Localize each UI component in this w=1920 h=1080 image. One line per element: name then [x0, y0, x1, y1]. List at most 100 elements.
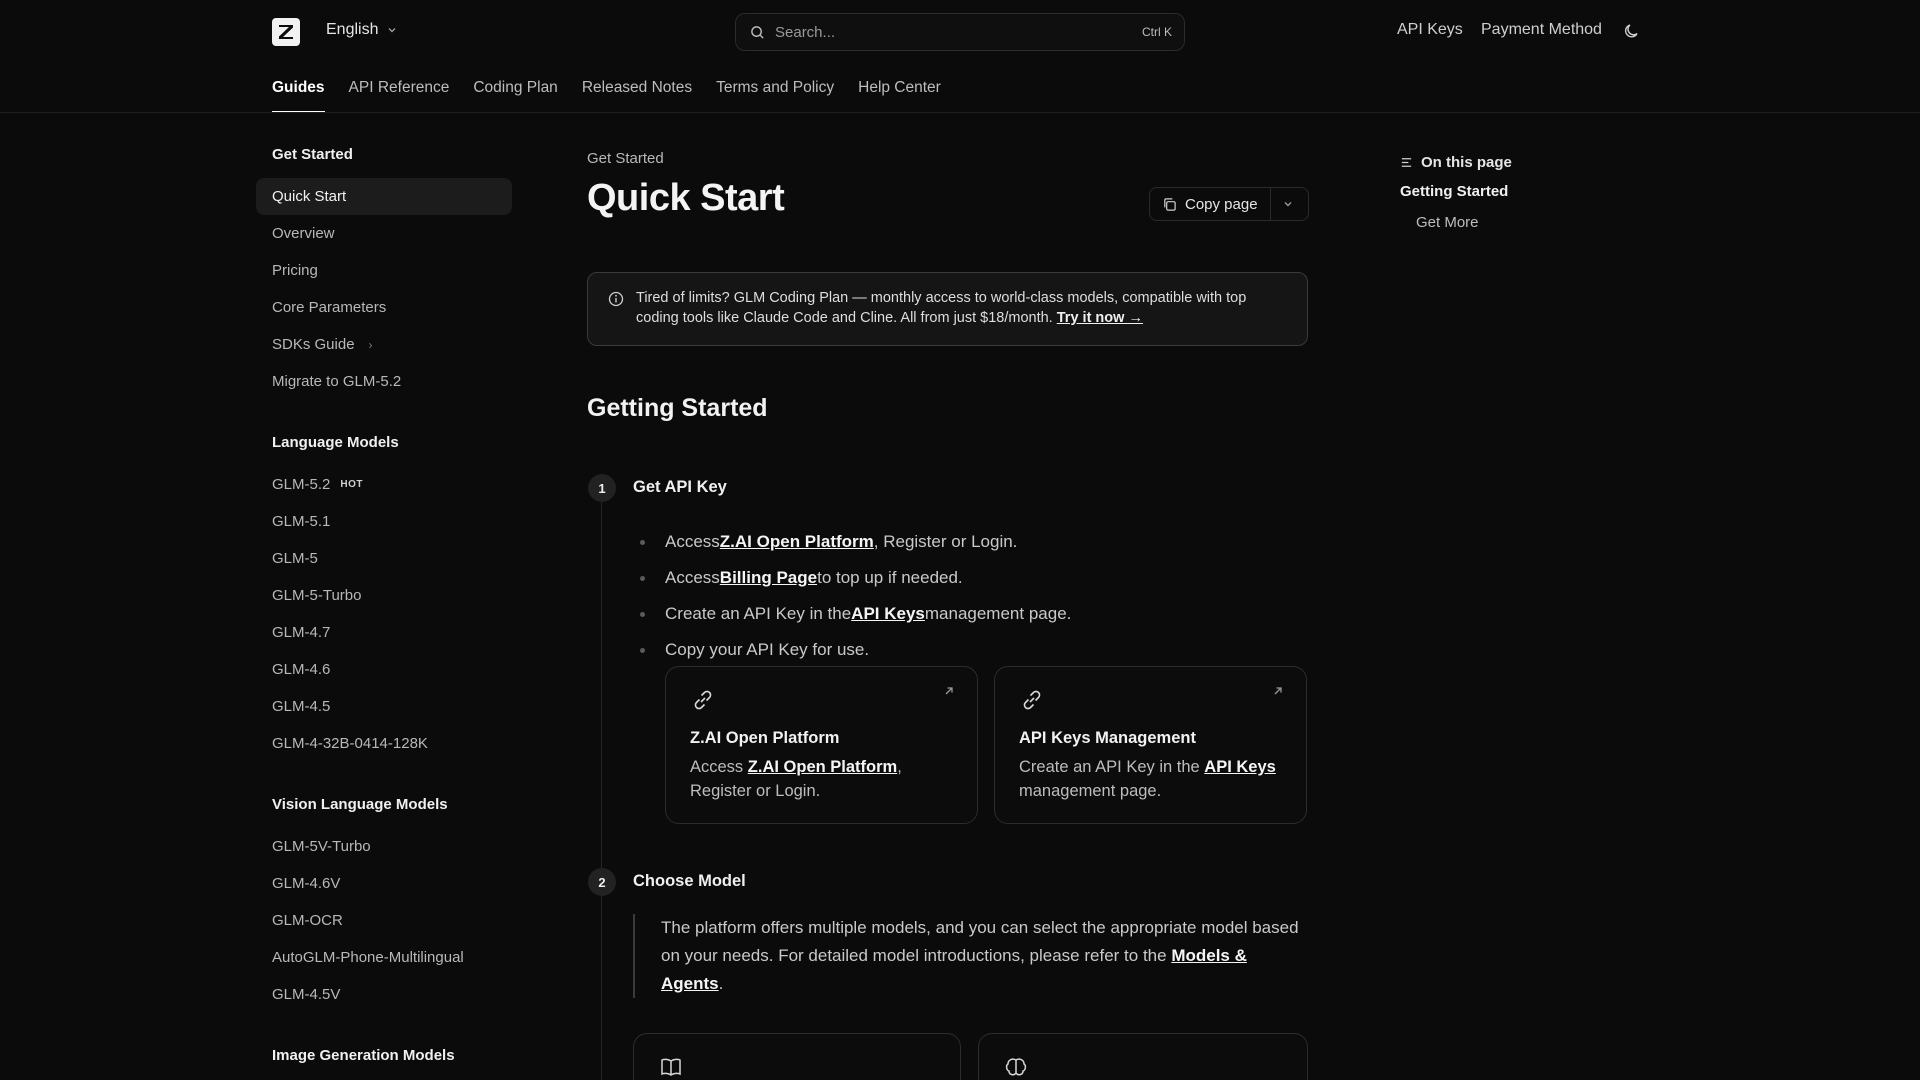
sidebar-section-title: Language Models: [272, 433, 399, 451]
logo[interactable]: [272, 18, 300, 46]
top-bar: English Search... Ctrl K API Keys Paymen…: [0, 0, 1920, 64]
sidebar-item-autoglm-phone[interactable]: AutoGLM-Phone-Multilingual: [256, 939, 512, 976]
billing-page-link[interactable]: Billing Page: [720, 568, 817, 588]
tab-help-center[interactable]: Help Center: [858, 64, 941, 112]
open-platform-card[interactable]: Z.AI Open Platform Access Z.AI Open Plat…: [665, 666, 978, 824]
sidebar-item-glm-4-5v[interactable]: GLM-4.5V: [256, 976, 512, 1013]
list-text: Access: [665, 568, 720, 587]
api-keys-link[interactable]: API Keys: [1397, 21, 1463, 39]
card-description: Create an API Key in the API Keys manage…: [1019, 755, 1286, 803]
list-text: to top up if needed.: [817, 568, 963, 587]
docs-card[interactable]: [633, 1033, 961, 1080]
copy-page-button[interactable]: Copy page: [1149, 187, 1309, 221]
callout-text: Tired of limits? GLM Coding Plan — month…: [636, 290, 1247, 326]
card-api-keys-link[interactable]: API Keys: [1204, 758, 1276, 776]
card-text: management page.: [1019, 782, 1162, 800]
divider: [0, 112, 1920, 113]
sidebar-item-core-parameters[interactable]: Core Parameters: [256, 289, 512, 326]
tab-coding-plan[interactable]: Coding Plan: [473, 64, 557, 112]
sidebar-item-quick-start[interactable]: Quick Start: [256, 178, 512, 215]
card-text: Access: [690, 758, 748, 776]
card-text: Create an API Key in the: [1019, 758, 1205, 776]
bullet-dot: [640, 539, 645, 545]
step1-list: Access Z.AI Open Platform, Register or L…: [640, 524, 1071, 668]
chevron-down-icon: [388, 28, 396, 33]
agents-card[interactable]: [978, 1033, 1308, 1080]
api-keys-card[interactable]: API Keys Management Create an API Key in…: [994, 666, 1307, 824]
breadcrumb: Get Started: [587, 150, 664, 167]
step-title: Choose Model: [633, 872, 746, 890]
search-shortcut: Ctrl K: [1142, 25, 1172, 39]
toc-item-getting-started[interactable]: Getting Started: [1400, 183, 1512, 200]
quote-text: .: [718, 974, 724, 993]
sidebar-section-title: Vision Language Models: [272, 795, 448, 813]
tab-released-notes[interactable]: Released Notes: [582, 64, 692, 112]
tab-guides[interactable]: Guides: [272, 64, 325, 112]
search-input[interactable]: Search... Ctrl K: [735, 13, 1185, 51]
payment-method-link[interactable]: Payment Method: [1481, 21, 1602, 39]
sidebar-item-glm-5-turbo[interactable]: GLM-5-Turbo: [256, 577, 512, 614]
toc-heading: On this page: [1400, 154, 1512, 171]
list-item: Copy your API Key for use.: [640, 632, 1071, 668]
moon-icon[interactable]: [1623, 22, 1641, 40]
list-text: Create an API Key in the: [665, 604, 852, 623]
open-platform-link[interactable]: Z.AI Open Platform: [720, 532, 874, 552]
list-text: management page.: [924, 604, 1072, 623]
table-of-contents: On this page Getting Started Get More: [1400, 154, 1512, 231]
sidebar-item-glm-4-32b[interactable]: GLM-4-32B-0414-128K: [256, 725, 512, 762]
external-arrow-icon: [1274, 687, 1282, 695]
sidebar-item-label: SDKs Guide: [272, 336, 355, 353]
sidebar-item-glm-4-5[interactable]: GLM-4.5: [256, 688, 512, 725]
model-note-quote: The platform offers multiple models, and…: [633, 914, 1309, 998]
tab-api-reference[interactable]: API Reference: [349, 64, 450, 112]
link-icon: [1023, 690, 1041, 710]
sidebar-item-glm-5[interactable]: GLM-5: [256, 540, 512, 577]
sidebar-item-glm-4-7[interactable]: GLM-4.7: [256, 614, 512, 651]
card-description: Access Z.AI Open Platform, Register or L…: [690, 755, 957, 803]
sidebar-item-glm-4-6[interactable]: GLM-4.6: [256, 651, 512, 688]
sidebar-item-sdks-guide[interactable]: SDKs Guide ›: [256, 326, 512, 363]
sidebar-item-overview[interactable]: Overview: [256, 215, 512, 252]
list-item: Create an API Key in the API Keys manage…: [640, 596, 1071, 632]
book-icon: [661, 1058, 681, 1076]
z-logo-icon: [279, 25, 293, 39]
copy-page-action[interactable]: Copy page: [1150, 188, 1271, 220]
card-title: Z.AI Open Platform: [690, 729, 840, 747]
link-icon: [694, 690, 712, 710]
external-arrow-icon: [945, 687, 953, 695]
copy-options-dropdown[interactable]: [1271, 198, 1305, 210]
sidebar-item-glm-5-1[interactable]: GLM-5.1: [256, 503, 512, 540]
step-connector: [601, 896, 602, 1080]
sidebar-item-glm-4-6v[interactable]: GLM-4.6V: [256, 865, 512, 902]
list-text: Access: [665, 532, 720, 551]
bullet-dot: [640, 611, 645, 617]
list-text: , Register or Login.: [873, 532, 1018, 551]
search-placeholder: Search...: [775, 23, 836, 41]
step-number: 1: [588, 474, 616, 502]
sidebar-item-glm-5v-turbo[interactable]: GLM-5V-Turbo: [256, 828, 512, 865]
sidebar-item-migrate[interactable]: Migrate to GLM-5.2: [256, 363, 512, 400]
sidebar-item-pricing[interactable]: Pricing: [256, 252, 512, 289]
sidebar-section-title: Get Started: [272, 145, 353, 163]
step-title: Get API Key: [633, 478, 727, 496]
chevron-down-icon: [1284, 202, 1292, 207]
sidebar-item-glm-ocr[interactable]: GLM-OCR: [256, 902, 512, 939]
copy-page-label: Copy page: [1185, 195, 1258, 213]
sidebar-item-glm-5-2[interactable]: GLM-5.2 HOT: [256, 466, 512, 503]
brain-icon: [1005, 1058, 1027, 1076]
try-it-now-link[interactable]: Try it now →: [1057, 310, 1143, 326]
api-keys-inline-link[interactable]: API Keys: [851, 604, 925, 624]
list-text: Copy your API Key for use.: [665, 640, 870, 659]
tab-terms-and-policy[interactable]: Terms and Policy: [716, 64, 834, 112]
language-label: English: [326, 21, 379, 38]
nav-tabs: Guides API Reference Coding Plan Release…: [272, 64, 941, 112]
toc-item-get-more[interactable]: Get More: [1400, 214, 1512, 231]
step-connector: [601, 502, 602, 872]
toc-heading-label: On this page: [1421, 154, 1512, 171]
step-number: 2: [588, 868, 616, 896]
list-item: Access Z.AI Open Platform, Register or L…: [640, 524, 1071, 560]
list-item: Access Billing Page to top up if needed.: [640, 560, 1071, 596]
bullet-dot: [640, 575, 645, 581]
card-open-platform-link[interactable]: Z.AI Open Platform: [748, 758, 897, 776]
language-selector[interactable]: English: [326, 21, 398, 39]
